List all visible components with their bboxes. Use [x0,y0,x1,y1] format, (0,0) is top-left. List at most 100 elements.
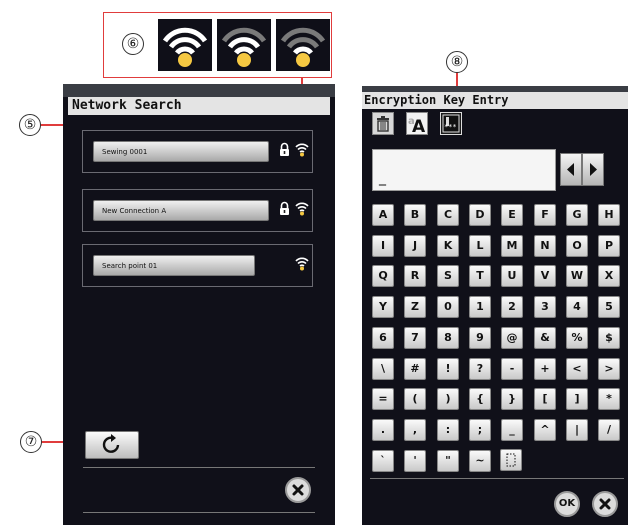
key-button[interactable]: % [566,327,588,349]
key-button[interactable]: @ [501,327,523,349]
key-button[interactable]: * [598,388,620,410]
key-button[interactable]: 9 [469,327,491,349]
key-button[interactable]: \ [372,358,394,380]
network-button[interactable]: Search point 01 [93,255,255,276]
key-button[interactable]: 1 [469,296,491,318]
key-button[interactable]: ' [404,450,426,472]
network-row[interactable]: New Connection A [82,189,313,232]
wifi-icon [295,255,309,271]
key-button[interactable]: M [501,235,523,257]
network-row[interactable]: Sewing 0001 [82,130,313,173]
key-button[interactable]: | [566,419,588,441]
key-button[interactable]: - [501,358,523,380]
key-button[interactable]: 6 [372,327,394,349]
space-key[interactable] [500,449,522,471]
key-button[interactable]: + [534,358,556,380]
trash-button[interactable] [372,112,394,135]
ok-button[interactable]: OK [554,491,580,517]
key-button[interactable]: S [437,265,459,287]
cursor-left-button[interactable] [560,153,582,186]
key-button[interactable]: ) [437,388,459,410]
key-button[interactable]: _ [501,419,523,441]
key-button[interactable]: V [534,265,556,287]
key-button[interactable]: 5 [598,296,620,318]
key-button[interactable]: ~ [469,450,491,472]
key-button[interactable]: 7 [404,327,426,349]
key-button[interactable]: ; [469,419,491,441]
network-row[interactable]: Search point 01 [82,244,313,287]
lock-icon [279,142,290,157]
arrow-left-icon [567,163,574,176]
key-button[interactable]: A [372,204,394,226]
key-button[interactable]: , [404,419,426,441]
key-button[interactable]: J [404,235,426,257]
key-button[interactable]: [ [534,388,556,410]
key-button[interactable]: I [372,235,394,257]
key-button[interactable]: C [437,204,459,226]
divider [83,467,315,468]
key-button[interactable]: B [404,204,426,226]
key-button[interactable]: U [501,265,523,287]
key-button[interactable]: $ [598,327,620,349]
close-button[interactable] [285,477,311,503]
cursor-right-button[interactable] [582,153,604,186]
key-button[interactable]: 0 [437,296,459,318]
key-button[interactable]: 8 [437,327,459,349]
key-button[interactable]: G [566,204,588,226]
key-button[interactable]: N [534,235,556,257]
key-button[interactable]: 2 [501,296,523,318]
key-button[interactable]: < [566,358,588,380]
refresh-button[interactable] [85,431,139,459]
dotted-box-icon [506,453,516,467]
key-button[interactable]: P [598,235,620,257]
divider [83,512,315,513]
case-toggle-icon: a A [408,116,426,137]
svg-text:A: A [412,117,426,134]
wifi-icon [295,200,309,216]
key-button[interactable]: H [598,204,620,226]
key-button[interactable]: ` [372,450,394,472]
key-button[interactable]: R [404,265,426,287]
key-button[interactable]: Y [372,296,394,318]
key-button[interactable]: L [469,235,491,257]
network-button[interactable]: Sewing 0001 [93,141,269,162]
network-button[interactable]: New Connection A [93,200,269,221]
key-button[interactable]: > [598,358,620,380]
key-button[interactable]: . [372,419,394,441]
key-button[interactable]: X [598,265,620,287]
key-input-value: _ [379,170,386,186]
key-button[interactable]: O [566,235,588,257]
key-button[interactable]: / [598,419,620,441]
key-button[interactable]: K [437,235,459,257]
key-button[interactable]: ( [404,388,426,410]
key-button[interactable]: Z [404,296,426,318]
key-button[interactable]: ! [437,358,459,380]
key-button[interactable]: D [469,204,491,226]
key-button[interactable]: } [501,388,523,410]
callout-6: ⑥ [122,33,144,55]
callout-5: ⑤ [19,114,41,136]
key-button[interactable]: : [437,419,459,441]
wifi-icon [295,141,309,157]
key-button[interactable]: = [372,388,394,410]
key-button[interactable]: 4 [566,296,588,318]
case-toggle-button[interactable]: a A [406,112,428,137]
key-button[interactable]: " [437,450,459,472]
key-button[interactable]: ^ [534,419,556,441]
key-input-field[interactable]: _ [372,149,556,191]
key-button[interactable]: F [534,204,556,226]
mask-toggle-button[interactable]: *** [440,112,462,135]
key-button[interactable]: T [469,265,491,287]
arrow-right-icon [590,163,597,176]
key-button[interactable]: ] [566,388,588,410]
key-button[interactable]: E [501,204,523,226]
close-button[interactable] [592,491,618,517]
key-button[interactable]: & [534,327,556,349]
key-button[interactable]: ? [469,358,491,380]
key-button[interactable]: Q [372,265,394,287]
key-button[interactable]: # [404,358,426,380]
key-button[interactable]: W [566,265,588,287]
key-button[interactable]: { [469,388,491,410]
key-button[interactable]: 3 [534,296,556,318]
wifi-weak-icon [276,19,330,71]
